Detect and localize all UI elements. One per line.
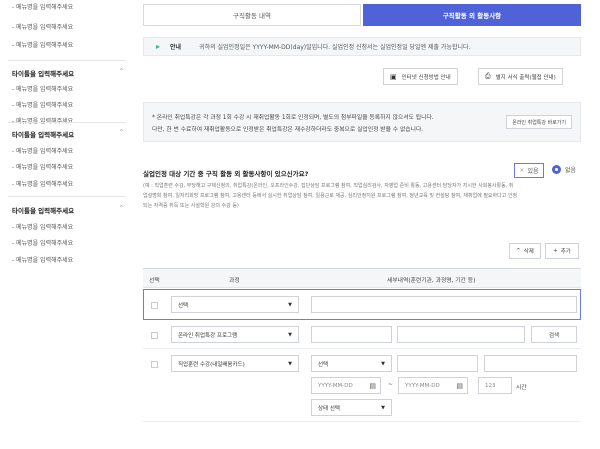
sidebar-group-title[interactable]: 타이틀을 입력해주세요 — [12, 205, 74, 215]
details-input[interactable] — [484, 355, 577, 372]
monitor-icon: ▣ — [390, 72, 397, 81]
print-button-label: 별지 서식 출력(웹접 안내) — [495, 74, 556, 81]
question-description: 되는 자격증 취득 또는 사설학원 강의 수강 등) — [143, 203, 239, 209]
details-input[interactable] — [397, 355, 478, 372]
sidebar-item[interactable]: - 메뉴명을 입력해주세요 — [12, 2, 73, 11]
chevron-up-icon: ^ — [516, 248, 521, 254]
info-line: * 온라인 취업특강은 각 과정 1회 수강 시 재취업활동 1회로 인정되며,… — [152, 115, 434, 121]
sidebar-item[interactable]: - 메뉴명을 입력해주세요 — [12, 84, 73, 93]
range-separator: ~ — [388, 381, 394, 388]
divider — [143, 348, 581, 349]
row-checkbox[interactable] — [151, 361, 158, 368]
notice-text: 귀하의 실업인정일은 YYYY-MM-DD(day)일입니다. 실업인정 신청서… — [199, 44, 471, 51]
print-button[interactable]: ⎙ 별지 서식 출력(웹접 안내) — [478, 68, 563, 85]
sidebar-item[interactable]: - 메뉴명을 입력해주세요 — [12, 162, 73, 171]
caret-down-icon: ▼ — [381, 360, 385, 367]
divider — [143, 421, 581, 422]
row-checkbox[interactable] — [151, 302, 158, 309]
sidebar-item[interactable]: - 메뉴명을 입력해주세요 — [12, 116, 73, 125]
printer-icon: ⎙ — [485, 72, 491, 80]
info-line: 다만, 한 번 수료하여 재취업활동으로 인정받은 취업특강은 재수강하더라도 … — [152, 127, 424, 133]
chevron-up-icon[interactable]: ^ — [119, 68, 124, 75]
calendar-icon: ▤ — [369, 381, 376, 390]
radio-yes[interactable]: × 있음 — [514, 163, 544, 178]
hours-unit: 시간 — [516, 385, 527, 391]
sidebar: - 메뉴명을 입력해주세요 - 메뉴명을 입력해주세요 - 메뉴명을 입력해주세… — [0, 0, 128, 449]
status-select-value: 상태 선택 — [318, 405, 340, 412]
date-from-input[interactable]: YYYY-MM-DD ▤ — [311, 377, 381, 394]
row-checkbox[interactable] — [151, 332, 158, 339]
notice-bar: ▸ 안내 귀하의 실업인정일은 YYYY-MM-DD(day)일입니다. 실업인… — [143, 37, 581, 56]
status-select[interactable]: 상태 선택 ▼ — [311, 399, 392, 416]
radio-selected-icon — [552, 165, 561, 174]
add-button-label: 추가 — [560, 249, 571, 255]
date-to-input[interactable]: YYYY-MM-DD ▤ — [398, 377, 468, 394]
date-to-value: YYYY-MM-DD — [405, 382, 440, 389]
question-description: 업설명회 참여, 일자리희망 프로그램 참여, 고용센터 등에서 실시한 취업상… — [143, 193, 518, 199]
divider — [8, 196, 126, 197]
course-select[interactable]: 온라인 취업특강 프로그램 ▼ — [171, 326, 299, 343]
details-input[interactable] — [311, 326, 392, 343]
details-input[interactable] — [397, 326, 525, 343]
chevron-up-icon[interactable]: ^ — [119, 205, 124, 212]
course-select[interactable]: 선택 ▼ — [171, 296, 299, 313]
online-lecture-button[interactable]: 온라인 취업특강 바로가기 — [506, 115, 572, 129]
radio-no[interactable]: 없음 — [552, 165, 576, 174]
hours-value: 123 — [485, 382, 496, 389]
sidebar-item[interactable]: - 메뉴명을 입력해주세요 — [12, 100, 73, 109]
sidebar-group-title[interactable]: 타이틀을 입력해주세요 — [12, 129, 74, 139]
tab-other-activities[interactable]: 구직활동 외 활동사항 — [363, 4, 581, 26]
search-button[interactable]: 검색 — [531, 326, 577, 343]
details-input[interactable] — [311, 296, 577, 313]
date-from-value: YYYY-MM-DD — [318, 382, 353, 389]
sidebar-item[interactable]: - 메뉴명을 입력해주세요 — [12, 222, 73, 231]
question-description: (예 : 직업훈련 수강, 부당해고 구제신청의, 취업특강(온라인, 오프라인… — [143, 183, 514, 189]
guide-button-label: 인터넷 신청방법 안내 — [401, 74, 451, 81]
sidebar-item[interactable]: - 메뉴명을 입력해주세요 — [12, 146, 73, 155]
caret-down-icon: ▼ — [288, 301, 292, 308]
notice-label: 안내 — [170, 44, 182, 51]
calendar-icon: ▤ — [456, 381, 463, 390]
sidebar-item[interactable]: - 메뉴명을 입력해주세요 — [12, 179, 73, 188]
detail-select-value: 선택 — [318, 361, 329, 368]
guide-button[interactable]: ▣ 인터넷 신청방법 안내 — [383, 68, 458, 85]
tab-job-search-history[interactable]: 구직활동 내역 — [143, 4, 361, 26]
course-select-value: 온라인 취업특강 프로그램 — [178, 332, 238, 339]
table-header: 선택 과정 세부내역(훈련기관, 과정명, 기간 등) — [143, 268, 581, 288]
delete-button-label: 삭제 — [523, 249, 534, 255]
sidebar-item[interactable]: - 메뉴명을 입력해주세요 — [12, 238, 73, 247]
detail-select[interactable]: 선택 ▼ — [311, 355, 392, 372]
column-header-select: 선택 — [149, 278, 160, 284]
column-header-course: 과정 — [229, 278, 240, 284]
caret-down-icon: ▼ — [288, 360, 292, 367]
sidebar-item[interactable]: - 메뉴명을 입력해주세요 — [12, 40, 73, 49]
sidebar-item[interactable]: - 메뉴명을 입력해주세요 — [12, 255, 73, 264]
column-header-details: 세부내역(훈련기관, 과정명, 기간 등) — [387, 278, 476, 284]
chevron-up-icon[interactable]: ^ — [119, 129, 124, 136]
hours-input[interactable]: 123 — [478, 377, 512, 394]
course-select-value: 선택 — [178, 302, 189, 309]
radio-yes-label: 있음 — [527, 168, 539, 175]
question-title: 실업인정 대상 기간 중 구직 활동 외 활동사항이 있으신가요? — [143, 170, 309, 178]
divider — [8, 122, 126, 123]
caret-down-icon: ▼ — [381, 404, 385, 411]
sidebar-group-title[interactable]: 타이틀을 입력해주세요 — [12, 68, 74, 78]
delete-button[interactable]: ^ 삭제 — [509, 243, 541, 259]
megaphone-icon: ▸ — [156, 41, 161, 51]
course-select[interactable]: 직업훈련 수강(내일배움카드) ▼ — [171, 355, 299, 372]
caret-down-icon: ▼ — [288, 331, 292, 338]
course-select-value: 직업훈련 수강(내일배움카드) — [178, 361, 245, 368]
divider — [8, 60, 126, 61]
radio-no-label: 없음 — [565, 167, 577, 174]
add-button[interactable]: + 추가 — [545, 243, 579, 259]
x-icon: × — [519, 167, 525, 174]
sidebar-item[interactable]: - 메뉴명을 입력해주세요 — [12, 22, 73, 31]
info-box: * 온라인 취업특강은 각 과정 1회 수강 시 재취업활동 1회로 인정되며,… — [143, 102, 581, 142]
plus-icon: + — [553, 248, 558, 254]
